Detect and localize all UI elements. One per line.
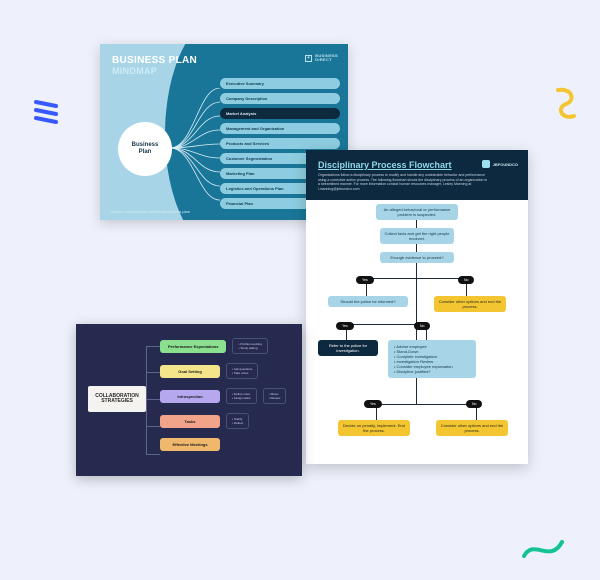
brand-text: JBFOUNDCO — [493, 162, 518, 167]
mindmap-title: BUSINESS PLAN MINDMAP — [112, 56, 197, 76]
flow-box: Collect facts and get the right people i… — [380, 228, 454, 244]
collab-branch: Goal Setting • Ask questions • Take note… — [160, 363, 286, 379]
flow-box-list: • Advise employee• Stand-Down• Complete … — [388, 340, 476, 378]
mindmap-node-active: Market Analysis — [220, 108, 340, 119]
collab-branch: Introspection • Define roles • Assign ta… — [160, 388, 286, 404]
flow-label-yes: Yes — [364, 400, 382, 408]
collab-sub: • Define roles • Assign tasks — [226, 388, 257, 404]
collab-line — [146, 346, 147, 454]
template-collaboration-strategies[interactable]: COLLABORATION STRATEGIES Performance Exp… — [76, 324, 302, 476]
flow-label-no: No — [414, 322, 430, 330]
flow-label-no: No — [458, 276, 474, 284]
plus-icon: + — [305, 55, 312, 62]
decoration-squiggle-yellow — [548, 86, 582, 126]
flow-label-yes: Yes — [356, 276, 374, 284]
brand-icon — [482, 160, 490, 168]
collab-line — [146, 346, 160, 347]
collab-root-node: COLLABORATION STRATEGIES — [88, 386, 146, 412]
decoration-squiggle-teal — [520, 534, 566, 564]
collab-branch: Effective Meetings — [160, 438, 286, 451]
mindmap-logo-text: BUSINESS DIRECT — [315, 54, 338, 62]
collab-branch-label: Goal Setting — [160, 365, 220, 378]
flow-box: Consider other options and end the proce… — [436, 420, 508, 436]
collab-line — [146, 454, 160, 455]
collab-sub: • Share • Review — [263, 388, 287, 404]
collab-branch: Performance Expectations • Problem-solvi… — [160, 338, 286, 354]
collab-branch-label: Effective Meetings — [160, 438, 220, 451]
collab-branch: Tasks • Clarify • Reflect — [160, 413, 286, 429]
collab-branch-label: Tasks — [160, 415, 220, 428]
flowchart-body: An alleged behavioral or performance pro… — [306, 200, 528, 464]
collab-line — [146, 399, 160, 400]
collab-branch-label: Introspection — [160, 390, 220, 403]
mindmap-node: Executive Summary — [220, 78, 340, 89]
mindmap-node: Management and Organization — [220, 123, 340, 134]
flow-box: Should the police be informed? — [328, 296, 408, 307]
collab-line — [146, 426, 160, 427]
flow-box: Refer to the police for investigation. — [318, 340, 378, 356]
flow-box: An alleged behavioral or performance pro… — [376, 204, 458, 220]
mindmap-connector-lines — [164, 88, 224, 208]
flow-line — [376, 404, 476, 405]
flow-box: Decide on penalty, implement. End the pr… — [338, 420, 410, 436]
flow-line — [366, 278, 466, 279]
flow-box: Consider other options and end the proce… — [434, 296, 506, 312]
collab-branch-label: Performance Expectations — [160, 340, 226, 353]
mindmap-source-footer: Source: www.shopify.com/blog/business-pl… — [110, 209, 190, 214]
mindmap-logo: + BUSINESS DIRECT — [305, 54, 338, 62]
mindmap-title-line1: BUSINESS PLAN — [112, 56, 197, 67]
flow-label-yes: Yes — [336, 322, 354, 330]
collab-sub: • Problem-solving • Study asking — [232, 338, 267, 354]
mindmap-node: Products and Services — [220, 138, 340, 149]
flow-box: Enough evidence to proceed? — [380, 252, 454, 263]
collab-sub: • Ask questions • Take notes — [226, 363, 258, 379]
decoration-squiggle-blue — [32, 96, 64, 128]
collab-line — [146, 372, 160, 373]
mindmap-title-line2: MINDMAP — [112, 67, 197, 76]
collab-branches: Performance Expectations • Problem-solvi… — [160, 338, 286, 451]
collab-sub: • Clarify • Reflect — [226, 413, 249, 429]
flow-label-no: No — [466, 400, 482, 408]
flowchart-header: Disciplinary Process Flowchart Organizat… — [306, 150, 528, 200]
flowchart-subtitle: Organizations follow a disciplinary proc… — [318, 173, 488, 192]
template-disciplinary-flowchart[interactable]: Disciplinary Process Flowchart Organizat… — [306, 150, 528, 464]
mindmap-center-node: Business Plan — [118, 122, 172, 176]
flowchart-brand: JBFOUNDCO — [482, 160, 518, 168]
mindmap-node: Company Description — [220, 93, 340, 104]
